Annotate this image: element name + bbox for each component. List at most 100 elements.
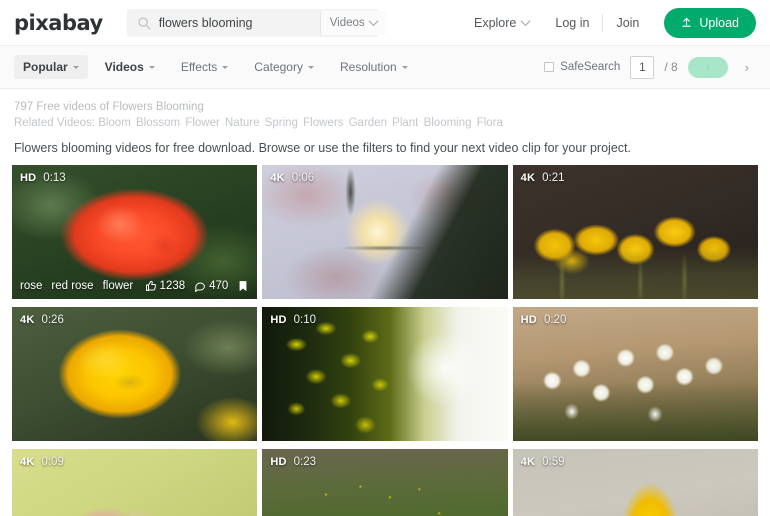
video-tag[interactable]: rose	[20, 280, 42, 292]
filter-resolution[interactable]: Resolution	[331, 55, 417, 79]
related-tag[interactable]: Flora	[474, 117, 503, 129]
related-tag-list: Bloom Blossom Flower Nature Spring Flowe…	[98, 117, 505, 129]
caret-down-icon	[308, 66, 314, 69]
results-description: Flowers blooming videos for free downloa…	[14, 140, 756, 157]
related-tag[interactable]: Flowers	[300, 117, 343, 129]
duration-label: 0:10	[294, 314, 316, 326]
video-card-yellow-ranunculus[interactable]: 4K0:26	[12, 307, 257, 441]
safesearch-toggle[interactable]: SafeSearch	[544, 61, 620, 73]
video-card-white-snowdrops[interactable]: HD 0:20	[513, 307, 758, 441]
quality-badge: 4K	[20, 314, 34, 326]
quality-badge: HD	[521, 314, 537, 326]
video-card-yellow-dandelions[interactable]: 4K0:21	[513, 165, 758, 299]
video-stats: 1238 470	[145, 280, 250, 292]
video-thumbnail	[12, 307, 257, 441]
video-card-yellow-flowers-backlit[interactable]: HD 0:10	[262, 307, 507, 441]
video-tag[interactable]: red rose	[51, 280, 93, 292]
quality-badge: 4K	[270, 172, 284, 184]
video-badge: HD 0:10	[270, 314, 316, 326]
video-badge: 4K0:26	[20, 314, 64, 326]
video-badge: 4K0:21	[521, 172, 565, 184]
video-badge: HD0:23	[270, 456, 316, 468]
filter-videos[interactable]: Videos	[96, 55, 164, 79]
bookmark-button[interactable]	[237, 280, 249, 292]
bookmark-icon[interactable]	[237, 280, 249, 292]
related-tag[interactable]: Plant	[389, 117, 418, 129]
duration-label: 0:09	[41, 456, 63, 468]
duration-label: 0:20	[544, 314, 566, 326]
filter-category-label: Category	[254, 60, 303, 74]
video-thumbnail	[262, 165, 507, 299]
video-badge: 4K 0:09	[20, 456, 64, 468]
next-page-button[interactable]: ›	[738, 60, 756, 75]
search-bar[interactable]: Videos	[127, 9, 379, 37]
video-tag[interactable]: flower	[103, 280, 134, 292]
video-meta-overlay: rose red rose flower 1238 470	[12, 273, 257, 299]
quality-badge: 4K	[521, 456, 535, 468]
related-tag[interactable]: Flower	[182, 117, 220, 129]
video-badge: HD0:13	[20, 172, 66, 184]
caret-down-icon	[149, 66, 155, 69]
chevron-down-icon	[368, 16, 378, 26]
filter-resolution-label: Resolution	[340, 60, 397, 74]
like-count: 1238	[145, 280, 186, 292]
caret-down-icon	[73, 66, 79, 69]
chevron-down-icon	[521, 16, 531, 26]
safesearch-checkbox[interactable]	[544, 62, 554, 72]
video-results-grid: HD0:13rosered roseflower12384704K0:064K0…	[0, 165, 770, 516]
filter-videos-label: Videos	[105, 60, 144, 74]
filter-popular-label: Popular	[23, 60, 68, 74]
video-thumbnail	[262, 307, 507, 441]
video-thumbnail	[513, 307, 758, 441]
video-tag-list: rose red rose flower	[20, 280, 133, 292]
caret-down-icon	[222, 66, 228, 69]
related-videos-label: Related Videos:	[14, 117, 95, 129]
video-card-red-rose[interactable]: HD0:13 rose red rose flower 1238 470	[12, 165, 257, 299]
filter-effects[interactable]: Effects	[172, 55, 237, 79]
results-info: 797 Free videos of Flowers Blooming Rela…	[0, 89, 770, 165]
nav-explore-label: Explore	[474, 16, 516, 30]
nav-login[interactable]: Log in	[542, 16, 602, 30]
filter-popular[interactable]: Popular	[14, 55, 88, 79]
filter-category[interactable]: Category	[245, 55, 323, 79]
safesearch-label: SafeSearch	[560, 61, 620, 73]
video-card-dandelion-meadow[interactable]: HD0:23	[262, 449, 507, 516]
prev-page-button[interactable]: ‹	[688, 57, 728, 78]
page-number-input[interactable]: 1	[630, 56, 654, 79]
filter-effects-label: Effects	[181, 60, 217, 74]
duration-label: 0:59	[542, 456, 564, 468]
search-input[interactable]	[159, 9, 320, 37]
quality-badge: HD	[270, 314, 286, 326]
nav-join[interactable]: Join	[603, 16, 652, 30]
comment-icon	[194, 280, 206, 292]
upload-button[interactable]: Upload	[664, 8, 756, 38]
video-card-cherry-blossom-branches[interactable]: 4K0:06	[262, 165, 507, 299]
quality-badge: HD	[270, 456, 286, 468]
related-tag[interactable]: Bloom	[98, 117, 131, 129]
site-header: pixabay Videos Explore Log in Join Uploa…	[0, 0, 770, 45]
quality-badge: 4K	[20, 456, 34, 468]
comment-count: 470	[194, 280, 228, 292]
comment-count-value: 470	[209, 280, 228, 292]
related-tag[interactable]: Spring	[262, 117, 298, 129]
pixabay-logo[interactable]: pixabay	[14, 11, 103, 35]
like-count-value: 1238	[160, 280, 186, 292]
related-videos-row: Related Videos: Bloom Blossom Flower Nat…	[14, 115, 756, 131]
duration-label: 0:13	[43, 172, 65, 184]
video-card-yellow-daffodil[interactable]: 4K 0:59	[513, 449, 758, 516]
related-tag[interactable]: Blossom	[133, 117, 180, 129]
related-tag[interactable]: Nature	[222, 117, 260, 129]
related-tag[interactable]: Garden	[345, 117, 387, 129]
caret-down-icon	[402, 66, 408, 69]
related-tag[interactable]: Blooming	[420, 117, 471, 129]
search-icon	[137, 16, 151, 30]
search-type-label: Videos	[330, 17, 365, 29]
filter-bar: Popular Videos Effects Category Resoluti…	[0, 45, 770, 89]
video-card-pink-flower[interactable]: 4K 0:09	[12, 449, 257, 516]
pagination-area: SafeSearch 1 / 8 ‹ ›	[544, 56, 756, 79]
upload-icon	[681, 17, 692, 28]
results-count: 797 Free videos of Flowers Blooming	[14, 99, 756, 115]
video-badge: 4K 0:59	[521, 456, 565, 468]
search-type-dropdown[interactable]: Videos	[320, 11, 386, 35]
nav-explore[interactable]: Explore	[461, 16, 542, 30]
